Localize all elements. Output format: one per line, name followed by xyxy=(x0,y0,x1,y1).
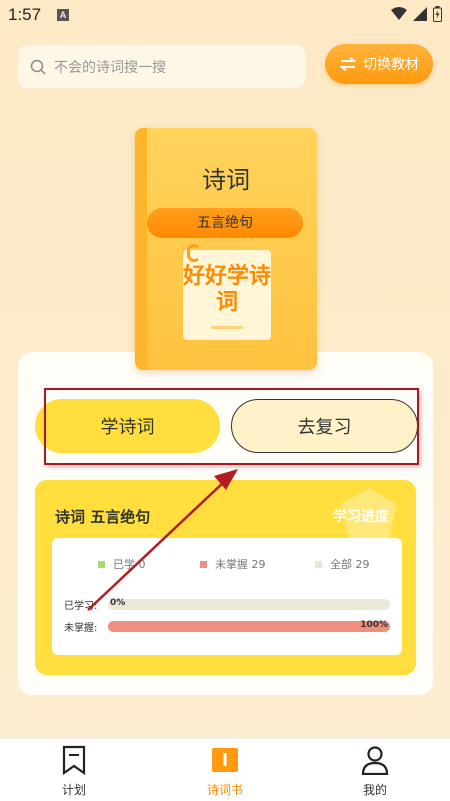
switch-textbook-button[interactable]: 切换教材 xyxy=(325,44,433,84)
progress-badge: 学习进度 xyxy=(333,509,389,525)
progress-card: 诗词 五言绝句 学习进度 已学 0 未掌握 29 全部 29 已学习: 0% 未… xyxy=(35,480,416,675)
progress-title: 诗词 五言绝句 xyxy=(55,508,151,526)
nav-label: 我的 xyxy=(362,783,387,797)
legend-dot xyxy=(98,560,105,568)
progress-track: 100% xyxy=(108,620,390,632)
notification-icon: A xyxy=(57,9,69,21)
status-icons xyxy=(391,6,442,22)
wifi-icon xyxy=(391,7,407,20)
annotation-highlight-box xyxy=(44,388,419,465)
status-bar: 1:57 A xyxy=(0,0,450,32)
search-icon xyxy=(30,59,46,75)
switch-textbook-label: 切换教材 xyxy=(363,57,419,73)
progress-track: 0% xyxy=(108,598,390,610)
bar-label: 未掌握: xyxy=(64,623,98,634)
search-placeholder: 不会的诗词搜一搜 xyxy=(54,59,166,76)
legend-dot xyxy=(200,560,207,568)
book-note-text: 好好学诗词 xyxy=(183,264,272,315)
nav-item-plan[interactable]: 计划 xyxy=(34,745,114,798)
progress-fill-unmastered xyxy=(108,621,390,632)
legend-label: 未掌握 29 xyxy=(215,558,266,571)
search-input[interactable]: 不会的诗词搜一搜 xyxy=(18,45,306,88)
status-time: 1:57 xyxy=(8,5,42,24)
nav-item-mine[interactable]: 我的 xyxy=(335,745,415,798)
book-cover[interactable]: 诗词 五言绝句 好好学诗词 xyxy=(135,128,317,370)
progress-row-unmastered: 未掌握: 100% xyxy=(64,619,390,634)
book-subtitle: 五言绝句 xyxy=(147,208,303,238)
battery-icon xyxy=(433,6,442,22)
bar-value: 0% xyxy=(110,598,126,608)
progress-legend: 已学 0 未掌握 29 全部 29 xyxy=(52,556,402,572)
book-icon xyxy=(212,748,238,772)
book-title: 诗词 xyxy=(202,166,250,194)
swap-icon xyxy=(339,56,357,72)
nav-label: 诗词书 xyxy=(206,783,243,797)
nav-label: 计划 xyxy=(61,783,86,797)
ring-icon xyxy=(187,244,201,262)
note-line xyxy=(211,326,243,329)
nav-item-poetry-book[interactable]: 诗词书 xyxy=(185,745,265,798)
legend-item-total: 全部 29 xyxy=(315,556,370,572)
legend-item-unmastered: 未掌握 29 xyxy=(200,556,266,572)
bar-label: 已学习: xyxy=(64,601,98,612)
signal-icon xyxy=(413,7,427,21)
legend-label: 已学 0 xyxy=(113,558,146,571)
user-icon xyxy=(361,746,389,776)
progress-panel: 已学 0 未掌握 29 全部 29 已学习: 0% 未掌握: 100% xyxy=(52,538,402,655)
book-note: 好好学诗词 xyxy=(183,244,272,340)
progress-row-learned: 已学习: 0% xyxy=(64,597,390,612)
bottom-nav: 计划 诗词书 我的 xyxy=(0,738,450,801)
legend-label: 全部 29 xyxy=(330,558,370,571)
bar-value: 100% xyxy=(360,620,388,630)
legend-dot xyxy=(315,560,322,568)
legend-item-learned: 已学 0 xyxy=(98,556,146,572)
bookmark-icon xyxy=(62,745,86,776)
